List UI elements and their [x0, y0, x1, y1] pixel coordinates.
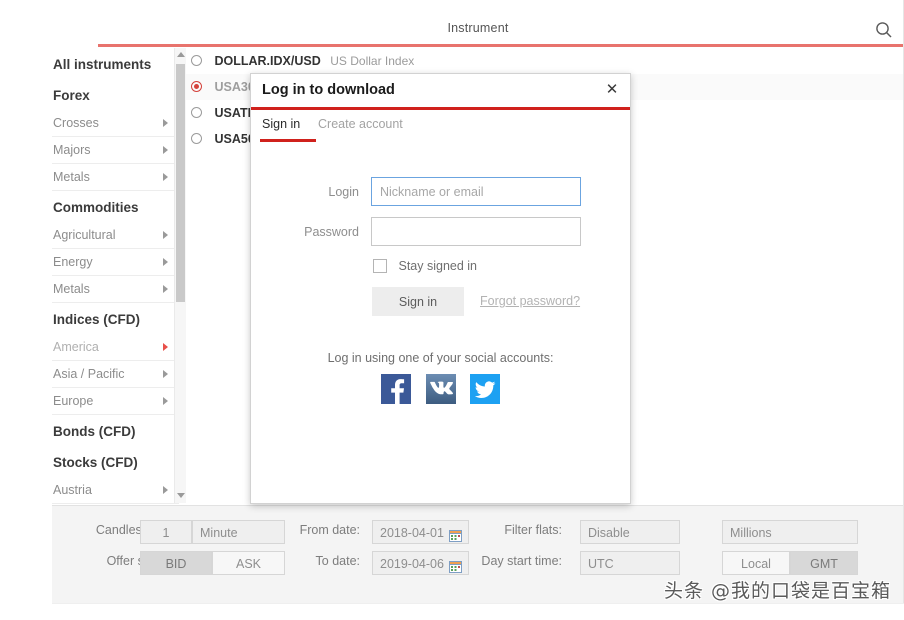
login-input[interactable] [371, 177, 581, 206]
vk-icon[interactable] [426, 374, 456, 404]
tab-active-underline [260, 139, 316, 142]
password-label: Password [259, 225, 359, 239]
close-icon[interactable]: ✕ [604, 82, 620, 98]
stay-signed-in-label: Stay signed in [398, 259, 477, 273]
tab-create-account[interactable]: Create account [318, 117, 403, 131]
twitter-icon[interactable] [470, 374, 500, 404]
page-bottom-strip [52, 603, 904, 620]
login-label: Login [259, 185, 359, 199]
facebook-icon[interactable] [381, 374, 411, 404]
checkbox-icon[interactable] [373, 259, 387, 273]
app-window: Instrument All instruments Forex Crosses… [52, 0, 904, 603]
social-login-buttons [251, 374, 630, 404]
modal-tabs: Sign in Create account [251, 114, 630, 144]
social-login-prompt: Log in using one of your social accounts… [251, 351, 630, 365]
password-input[interactable] [371, 217, 581, 246]
modal-accent-rule [251, 107, 630, 110]
tab-sign-in[interactable]: Sign in [262, 117, 300, 131]
modal-header: Log in to download ✕ [251, 74, 630, 107]
sign-in-button[interactable]: Sign in [372, 287, 464, 316]
stay-signed-in-checkbox[interactable]: Stay signed in [373, 259, 477, 274]
modal-title: Log in to download [262, 82, 395, 98]
forgot-password-link[interactable]: Forgot password? [480, 294, 580, 308]
login-modal: Log in to download ✕ Sign in Create acco… [250, 73, 631, 504]
